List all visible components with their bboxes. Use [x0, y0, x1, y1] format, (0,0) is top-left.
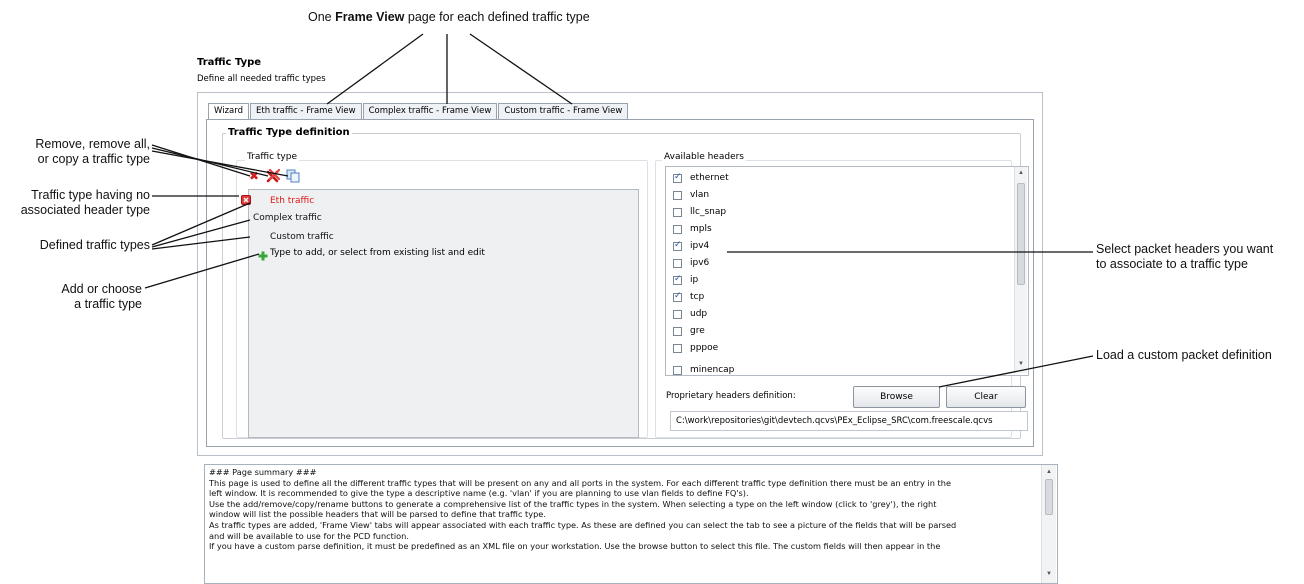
summary-scroll-up-icon[interactable]: ▲ [1046, 469, 1052, 475]
annotation-select-headers: Select packet headers you want to associ… [1096, 242, 1274, 271]
proprietary-headers-label: Proprietary headers definition: [666, 391, 796, 401]
checkbox-ethernet[interactable] [673, 172, 682, 183]
header-row-mpls[interactable]: mpls [673, 222, 712, 236]
checkbox-vlan[interactable] [673, 190, 682, 200]
traffic-item-custom[interactable]: Custom traffic [270, 232, 334, 242]
tab-custom-frame-view[interactable]: Custom traffic - Frame View [498, 103, 629, 120]
browse-button[interactable]: Browse [853, 386, 940, 408]
summary-text: ### Page summary ### This page is used t… [209, 467, 957, 552]
checkbox-ipv6[interactable] [673, 258, 682, 268]
scroll-thumb[interactable] [1017, 183, 1025, 285]
header-row-minencap[interactable]: minencap [673, 363, 734, 375]
add-icon[interactable] [258, 248, 268, 261]
summary-scroll-down-icon[interactable]: ▼ [1046, 571, 1052, 577]
checkbox-ipv4[interactable] [673, 240, 682, 251]
summary-scrollbar[interactable]: ▲ ▼ [1041, 465, 1056, 583]
header-row-ipv4[interactable]: ipv4 [673, 239, 709, 253]
scroll-up-icon[interactable]: ▲ [1018, 170, 1024, 176]
checkbox-gre[interactable] [673, 326, 682, 336]
page-subtitle: Define all needed traffic types [197, 74, 326, 84]
header-row-vlan[interactable]: vlan [673, 188, 709, 202]
header-row-pppoe[interactable]: pppoe [673, 341, 718, 355]
header-row-gre[interactable]: gre [673, 324, 705, 338]
checkbox-minencap[interactable] [673, 365, 682, 375]
traffic-type-list [248, 189, 639, 438]
traffic-type-definition-title: Traffic Type definition [226, 127, 352, 138]
available-headers-label: Available headers [662, 152, 746, 162]
header-row-ethernet[interactable]: ethernet [673, 171, 729, 185]
traffic-item-complex[interactable]: Complex traffic [253, 213, 322, 223]
tab-eth-frame-view[interactable]: Eth traffic - Frame View [250, 103, 362, 120]
page-title: Traffic Type [197, 57, 262, 68]
remove-icon[interactable]: ✖ [249, 170, 260, 182]
headers-list: ethernet vlan llc_snap mpls ipv4 ipv6 ip… [665, 166, 1029, 376]
traffic-type-label: Traffic type [245, 152, 300, 162]
annotation-defined: Defined traffic types [39, 238, 150, 252]
scroll-down-icon[interactable]: ▼ [1018, 361, 1024, 367]
proprietary-path-field[interactable]: C:\work\repositories\git\devtech.qcvs\PE… [670, 411, 1028, 431]
traffic-item-eth[interactable]: Eth traffic [270, 196, 314, 206]
page-summary: ### Page summary ### This page is used t… [204, 464, 1058, 584]
checkbox-ip[interactable] [673, 274, 682, 285]
header-row-udp[interactable]: udp [673, 307, 707, 321]
annotation-remove: Remove, remove all, or copy a traffic ty… [35, 137, 150, 166]
annotation-frame-view: One Frame View page for each defined tra… [308, 10, 590, 24]
header-row-tcp[interactable]: tcp [673, 290, 704, 304]
add-traffic-type-input[interactable]: Type to add, or select from existing lis… [270, 248, 485, 258]
header-row-ip[interactable]: ip [673, 273, 698, 287]
checkbox-llc-snap[interactable] [673, 207, 682, 217]
headers-scrollbar[interactable]: ▲ ▼ [1014, 167, 1027, 373]
annotation-add: Add or choose a traffic type [61, 282, 142, 311]
tab-complex-frame-view[interactable]: Complex traffic - Frame View [362, 103, 498, 120]
checkbox-pppoe[interactable] [673, 343, 682, 353]
header-row-llc-snap[interactable]: llc_snap [673, 205, 726, 219]
annotation-load-custom: Load a custom packet definition [1096, 348, 1272, 362]
remove-all-icon[interactable] [266, 168, 281, 183]
checkbox-tcp[interactable] [673, 291, 682, 302]
annotation-no-header: Traffic type having no associated header… [20, 188, 150, 217]
checkbox-udp[interactable] [673, 309, 682, 319]
summary-scroll-thumb[interactable] [1045, 479, 1053, 515]
clear-button[interactable]: Clear [946, 386, 1026, 408]
no-header-warning-icon [241, 192, 251, 205]
header-row-ipv6[interactable]: ipv6 [673, 256, 709, 270]
tab-bar: Wizard Eth traffic - Frame View Complex … [208, 103, 629, 121]
copy-icon[interactable] [286, 169, 300, 183]
checkbox-mpls[interactable] [673, 224, 682, 234]
